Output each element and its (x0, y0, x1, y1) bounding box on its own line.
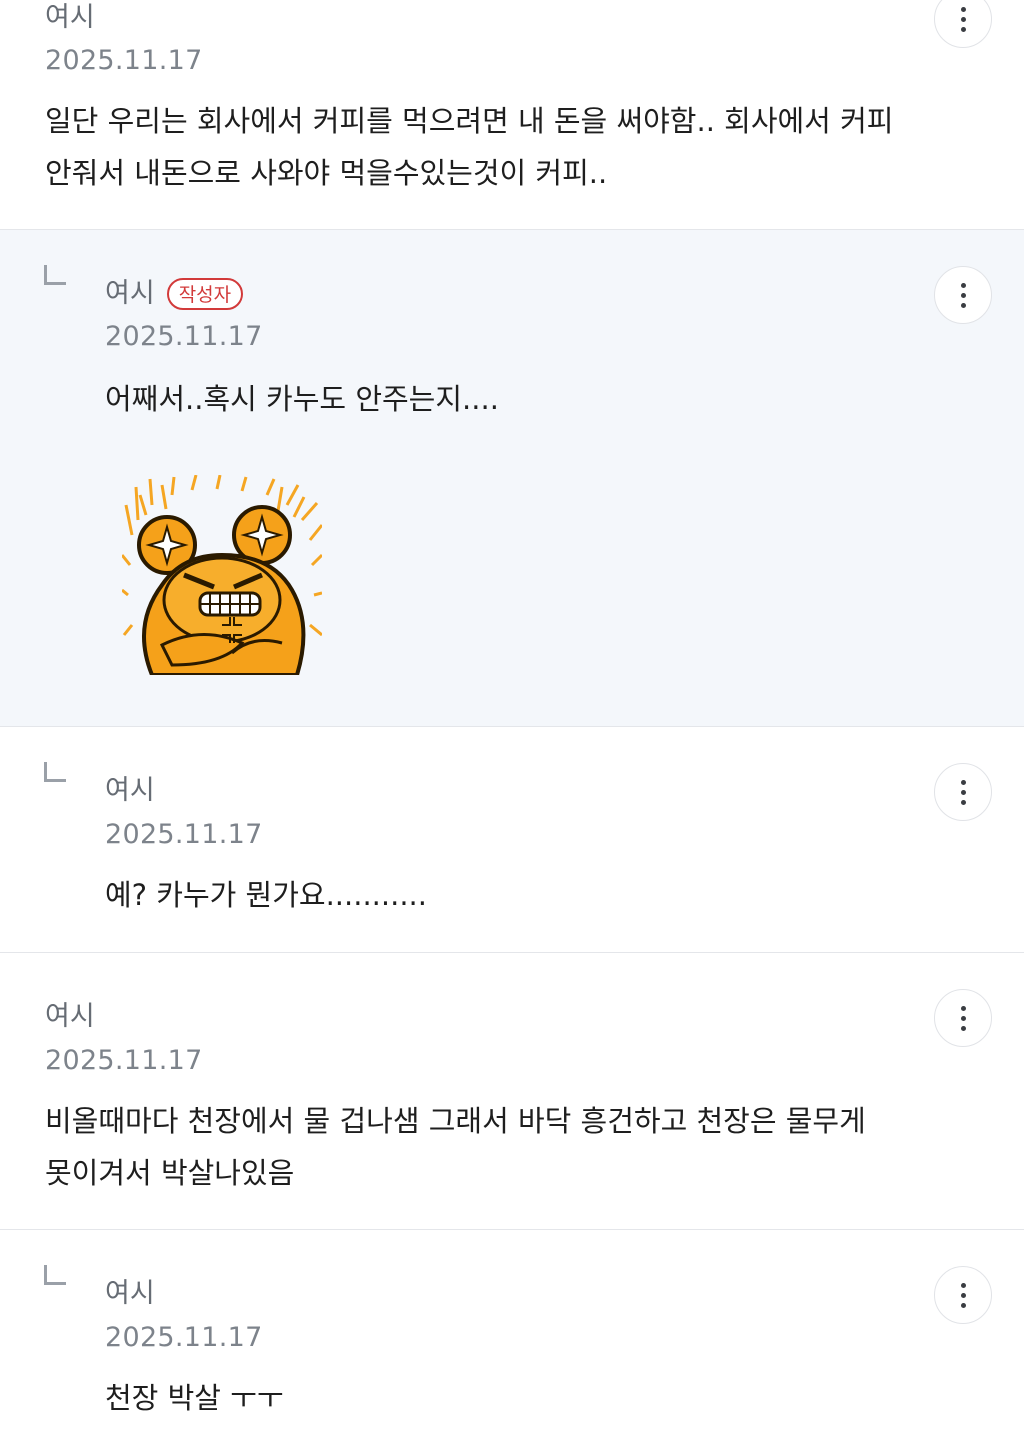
more-vertical-icon (960, 282, 966, 308)
reply-item: 여시 2025.11.17 예? 카누가 뭔가요........... (0, 727, 1024, 953)
comment-header: 여시 작성자 (105, 276, 244, 312)
comment-date: 2025.11.17 (105, 819, 263, 850)
more-options-button[interactable] (934, 989, 992, 1047)
more-vertical-icon (960, 1282, 966, 1308)
more-options-button[interactable] (934, 0, 992, 48)
reply-arrow-icon (44, 1265, 66, 1285)
reply-item: 여시 2025.11.17 천장 박살 ㅜㅜ (0, 1230, 1024, 1456)
comment-text: 비올때마다 천장에서 물 겁나샘 그래서 바닥 흥건하고 천장은 물무게 못이겨… (45, 1104, 866, 1190)
more-options-button[interactable] (934, 266, 992, 324)
comment-header: 여시 (105, 1276, 155, 1312)
more-vertical-icon (960, 779, 966, 805)
author-badge: 작성자 (166, 278, 244, 310)
comment-author[interactable]: 여시 (105, 276, 155, 312)
comment-header: 여시 (45, 999, 95, 1035)
comment-text: 어째서..혹시 카누도 안주는지.... (105, 382, 499, 416)
comment-header: 여시 (45, 0, 95, 36)
comment-author[interactable]: 여시 (45, 0, 95, 36)
comment-date: 2025.11.17 (45, 1045, 203, 1076)
comment-header: 여시 (105, 773, 155, 809)
comment-item: 여시 2025.11.17 일단 우리는 회사에서 커피를 먹으려면 내 돈을 … (0, 0, 1024, 230)
comment-date: 2025.11.17 (45, 45, 203, 76)
more-options-button[interactable] (934, 1266, 992, 1324)
comment-text: 일단 우리는 회사에서 커피를 먹으려면 내 돈을 써야함.. 회사에서 커피 … (45, 104, 894, 190)
comment-author[interactable]: 여시 (45, 999, 95, 1035)
more-vertical-icon (960, 6, 966, 32)
comment-author[interactable]: 여시 (105, 773, 155, 809)
comment-text: 예? 카누가 뭔가요........... (105, 878, 427, 912)
comment-author[interactable]: 여시 (105, 1276, 155, 1312)
comment-date: 2025.11.17 (105, 1322, 263, 1353)
reply-item-author: 여시 작성자 2025.11.17 어째서..혹시 카누도 안주는지.... (0, 230, 1024, 727)
angry-bear-sticker[interactable] (122, 475, 322, 675)
reply-arrow-icon (44, 762, 66, 782)
comment-text: 천장 박살 ㅜㅜ (105, 1381, 284, 1415)
more-options-button[interactable] (934, 763, 992, 821)
reply-arrow-icon (44, 265, 66, 285)
comment-item: 여시 2025.11.17 비올때마다 천장에서 물 겁나샘 그래서 바닥 흥건… (0, 953, 1024, 1230)
more-vertical-icon (960, 1005, 966, 1031)
comment-date: 2025.11.17 (105, 321, 263, 352)
